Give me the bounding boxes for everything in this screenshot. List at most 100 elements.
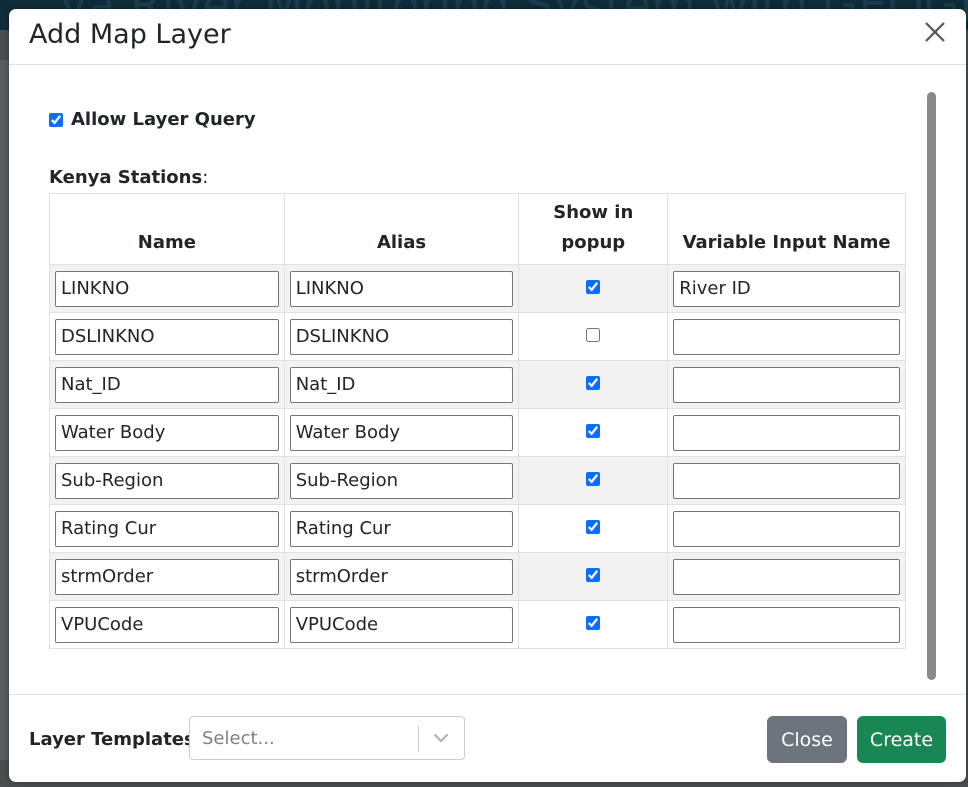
table-cell [49, 360, 285, 409]
table-cell [283, 312, 520, 361]
field-name-input[interactable] [55, 318, 279, 355]
scrolled-fields [27, 65, 937, 67]
modal-title: Add Map Layer [29, 19, 231, 50]
table-cell [283, 504, 520, 553]
attribute-table: Name Alias Show in popup Variable Input N… [49, 193, 906, 649]
table-cell [667, 408, 906, 457]
table-cell [283, 408, 520, 457]
close-button[interactable]: Close [767, 716, 847, 763]
table-cell [49, 552, 285, 601]
modal-scrollbar[interactable] [927, 92, 937, 680]
create-button[interactable]: Create [857, 716, 946, 763]
show-in-popup-checkbox[interactable] [586, 328, 601, 342]
header-variable-input-name: Variable Input Name [667, 193, 906, 265]
header-alias: Alias [283, 193, 520, 265]
field-name-input[interactable] [55, 270, 279, 307]
variable-input-name-field[interactable] [673, 414, 900, 451]
table-cell [49, 504, 285, 553]
table-cell [667, 456, 906, 505]
table-cell [518, 600, 669, 649]
table-cell [49, 600, 285, 649]
show-in-popup-checkbox[interactable] [586, 568, 601, 582]
variable-input-name-field[interactable] [673, 366, 900, 403]
field-alias-input[interactable] [289, 606, 514, 643]
modal-footer: Layer Templates Select... Close Create [9, 694, 966, 782]
table-row [49, 360, 906, 409]
field-alias-input[interactable] [289, 414, 514, 451]
field-alias-input[interactable] [289, 558, 514, 595]
table-cell [518, 264, 669, 313]
show-in-popup-checkbox[interactable] [586, 472, 601, 486]
show-in-popup-checkbox[interactable] [586, 520, 601, 534]
layer-templates-select[interactable]: Select... [189, 716, 465, 760]
table-row [49, 264, 906, 313]
field-name-input[interactable] [55, 606, 279, 643]
table-cell [667, 312, 906, 361]
table-cell [518, 552, 669, 601]
modal-body: Allow Layer Query Kenya Stations: Name A… [9, 65, 966, 693]
modal-header: Add Map Layer [9, 9, 966, 65]
variable-input-name-field[interactable] [673, 510, 900, 547]
table-cell [518, 504, 669, 553]
table-cell [283, 552, 520, 601]
table-cell [667, 552, 906, 601]
variable-input-name-field[interactable] [673, 462, 900, 499]
close-icon-glyph [925, 22, 945, 42]
variable-input-name-field[interactable] [673, 270, 900, 307]
field-name-input[interactable] [55, 558, 279, 595]
table-cell [518, 456, 669, 505]
table-cell [667, 600, 906, 649]
table-cell [667, 504, 906, 553]
variable-input-name-field[interactable] [673, 606, 900, 643]
table-cell [667, 360, 906, 409]
add-map-layer-modal: Add Map Layer Allow Layer Query Kenya St… [9, 9, 966, 782]
header-show-line2: popup [561, 232, 626, 253]
table-cell [667, 264, 906, 313]
allow-query-checkbox[interactable] [49, 112, 63, 127]
select-separator [418, 726, 419, 752]
table-row [49, 600, 906, 649]
show-in-popup-checkbox[interactable] [586, 376, 601, 390]
show-in-popup-checkbox[interactable] [586, 424, 601, 438]
show-in-popup-checkbox[interactable] [586, 280, 601, 294]
allow-query-row: Allow Layer Query [49, 109, 256, 130]
modal-scrollbar-thumb[interactable] [927, 92, 936, 680]
table-cell [518, 312, 669, 361]
table-cell [283, 360, 520, 409]
allow-query-label[interactable]: Allow Layer Query [71, 109, 256, 130]
header-name: Name [49, 193, 285, 265]
table-row [49, 456, 906, 505]
table-header-row: Name Alias Show in popup Variable Input N… [49, 193, 906, 265]
section-colon: : [202, 167, 209, 188]
chevron-down-icon[interactable] [430, 727, 452, 749]
field-name-input[interactable] [55, 414, 279, 451]
field-name-input[interactable] [55, 462, 279, 499]
header-show-in-popup: Show in popup [518, 193, 669, 265]
field-alias-input[interactable] [289, 270, 514, 307]
layer-templates-label: Layer Templates [29, 729, 195, 750]
table-cell [518, 408, 669, 457]
field-name-input[interactable] [55, 366, 279, 403]
field-alias-input[interactable] [289, 510, 514, 547]
table-cell [283, 600, 520, 649]
table-cell [49, 264, 285, 313]
show-in-popup-checkbox[interactable] [586, 616, 601, 630]
field-alias-input[interactable] [289, 462, 514, 499]
table-cell [518, 360, 669, 409]
variable-input-name-field[interactable] [673, 558, 900, 595]
field-alias-input[interactable] [289, 366, 514, 403]
section-title: Kenya Stations [49, 167, 203, 188]
table-cell [49, 456, 285, 505]
table-row [49, 504, 906, 553]
table-row [49, 312, 906, 361]
field-alias-input[interactable] [289, 318, 514, 355]
header-show-line1: Show in [553, 202, 634, 223]
field-name-input[interactable] [55, 510, 279, 547]
table-row [49, 408, 906, 457]
table-cell [49, 312, 285, 361]
close-icon[interactable] [920, 19, 950, 49]
table-cell [283, 264, 520, 313]
table-cell [49, 408, 285, 457]
variable-input-name-field[interactable] [673, 318, 900, 355]
select-placeholder: Select... [202, 728, 275, 749]
